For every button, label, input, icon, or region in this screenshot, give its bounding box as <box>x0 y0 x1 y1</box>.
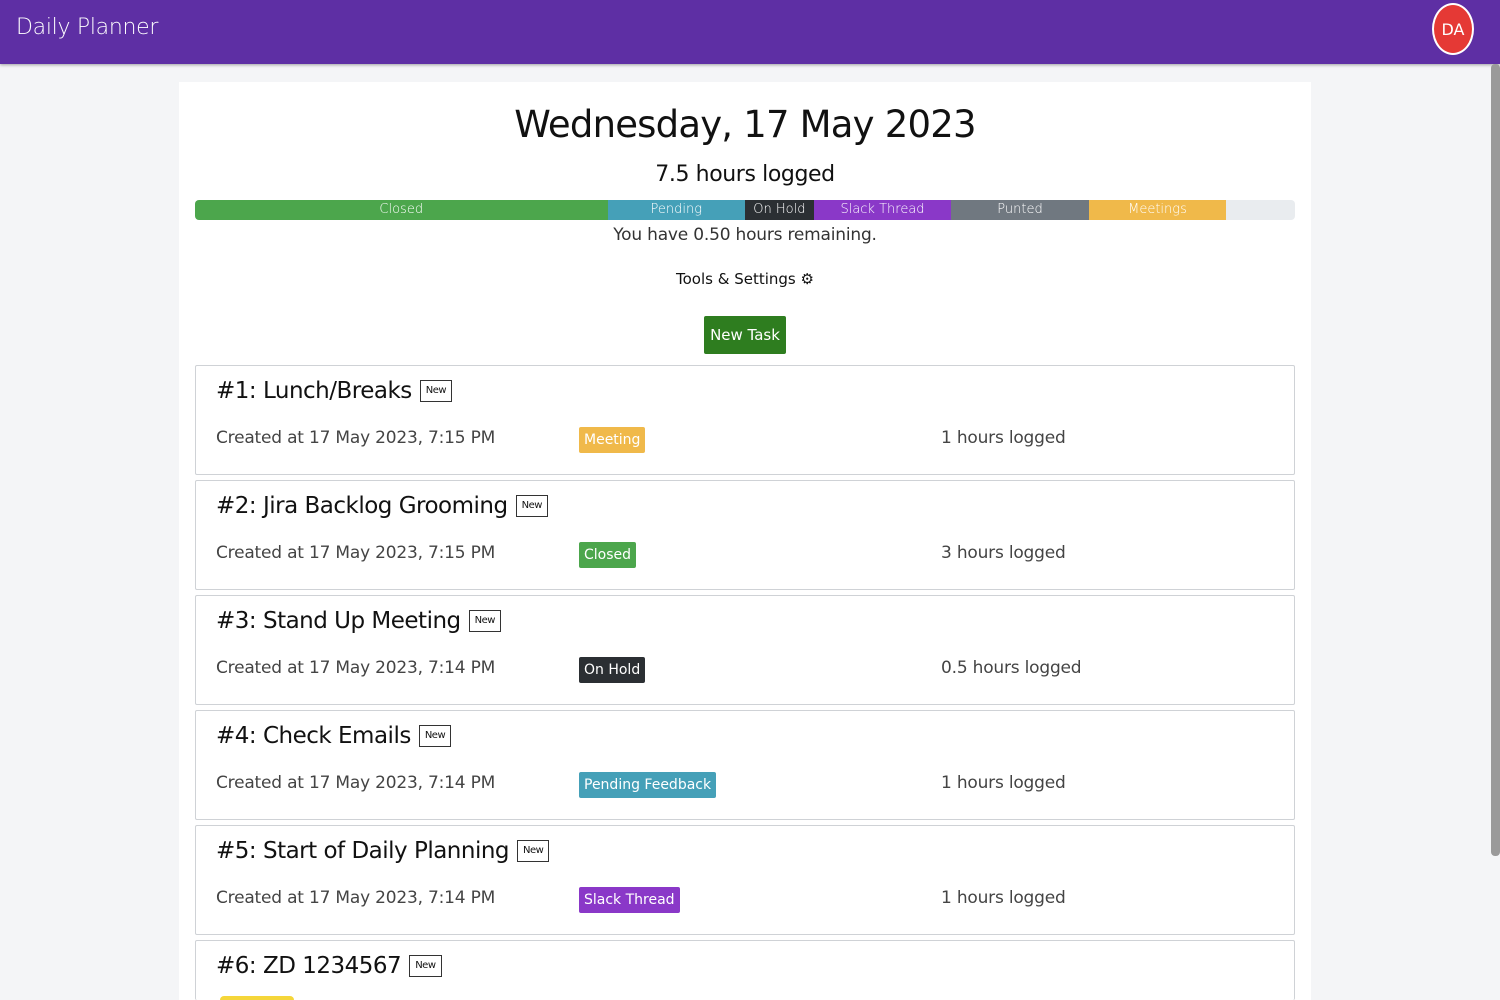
new-badge: New <box>419 380 453 402</box>
new-badge: New <box>517 840 550 862</box>
task-title[interactable]: #1: Lunch/Breaks New <box>216 378 453 404</box>
task-title-text: #5: Start of Daily Planning <box>216 838 510 864</box>
page-title: Wednesday, 17 May 2023 <box>514 103 976 146</box>
tools-settings-label: Tools & Settings <box>676 270 796 288</box>
task-card[interactable]: #4: Check Emails New Created at 17 May 20… <box>195 710 1295 820</box>
task-status-badge[interactable]: Closed <box>579 542 637 568</box>
task-title-text: #4: Check Emails <box>216 723 411 749</box>
task-title-text: #2: Jira Backlog Grooming <box>216 493 508 519</box>
task-hours-logged: 0.5 hours logged <box>941 658 1082 678</box>
scrollbar-thumb[interactable] <box>1491 64 1500 856</box>
progress-segment-pending: Pending <box>607 200 745 220</box>
hours-remaining-text: You have 0.50 hours remaining. <box>613 225 877 245</box>
gear-icon: ⚙ <box>800 270 814 288</box>
task-status-badge[interactable] <box>220 996 294 1000</box>
task-title[interactable]: #3: Stand Up Meeting New <box>216 608 501 634</box>
tools-settings-link[interactable]: Tools & Settings ⚙ <box>179 270 1311 288</box>
progress-segment-on-hold: On Hold <box>745 200 814 220</box>
progress-segment-slack-thread: Slack Thread <box>813 200 952 220</box>
new-badge: New <box>409 955 442 977</box>
hours-progress-bar: Closed Pending On Hold Slack Thread Punt… <box>195 200 1295 220</box>
task-hours-logged: 3 hours logged <box>941 543 1066 563</box>
task-title[interactable]: #5: Start of Daily Planning New <box>216 838 550 864</box>
task-created-at: Created at 17 May 2023, 7:15 PM <box>216 428 496 448</box>
new-badge: New <box>418 725 452 747</box>
new-badge: New <box>468 610 501 632</box>
task-created-at: Created at 17 May 2023, 7:15 PM <box>216 543 496 563</box>
task-card[interactable]: #3: Stand Up Meeting New Created at 17 Ma… <box>195 595 1295 705</box>
task-title[interactable]: #2: Jira Backlog Grooming New <box>216 493 548 519</box>
new-badge: New <box>515 495 548 517</box>
task-hours-logged: 1 hours logged <box>941 888 1066 908</box>
user-avatar[interactable]: DA <box>1432 3 1474 55</box>
task-created-at: Created at 17 May 2023, 7:14 PM <box>216 888 496 908</box>
task-title[interactable]: #6: ZD 1234567 New <box>216 953 442 979</box>
task-hours-logged: 1 hours logged <box>941 773 1066 793</box>
task-title-text: #3: Stand Up Meeting <box>216 608 461 634</box>
task-title[interactable]: #4: Check Emails New <box>216 723 452 749</box>
task-card[interactable]: #6: ZD 1234567 New <box>195 940 1295 1000</box>
task-hours-logged: 1 hours logged <box>941 428 1066 448</box>
task-card[interactable]: #1: Lunch/Breaks New Created at 17 May 20… <box>195 365 1295 475</box>
progress-segment-punted: Punted <box>951 200 1089 220</box>
task-status-badge[interactable]: Pending Feedback <box>579 772 717 798</box>
task-card[interactable]: #5: Start of Daily Planning New Created a… <box>195 825 1295 935</box>
app-brand[interactable]: Daily Planner <box>16 15 158 40</box>
task-created-at: Created at 17 May 2023, 7:14 PM <box>216 658 496 678</box>
task-card[interactable]: #2: Jira Backlog Grooming New Created at … <box>195 480 1295 590</box>
task-created-at: Created at 17 May 2023, 7:14 PM <box>216 773 496 793</box>
task-status-badge[interactable]: Slack Thread <box>579 887 680 913</box>
task-status-badge[interactable]: Meeting <box>579 427 646 453</box>
task-status-badge[interactable]: On Hold <box>579 657 646 683</box>
progress-segment-closed: Closed <box>195 200 608 220</box>
total-hours-logged: 7.5 hours logged <box>655 162 835 187</box>
task-title-text: #1: Lunch/Breaks <box>216 378 412 404</box>
top-navbar: Daily Planner DA <box>0 0 1500 64</box>
new-task-button[interactable]: New Task <box>704 316 786 354</box>
progress-segment-meetings: Meetings <box>1088 200 1227 220</box>
task-title-text: #6: ZD 1234567 <box>216 953 402 979</box>
